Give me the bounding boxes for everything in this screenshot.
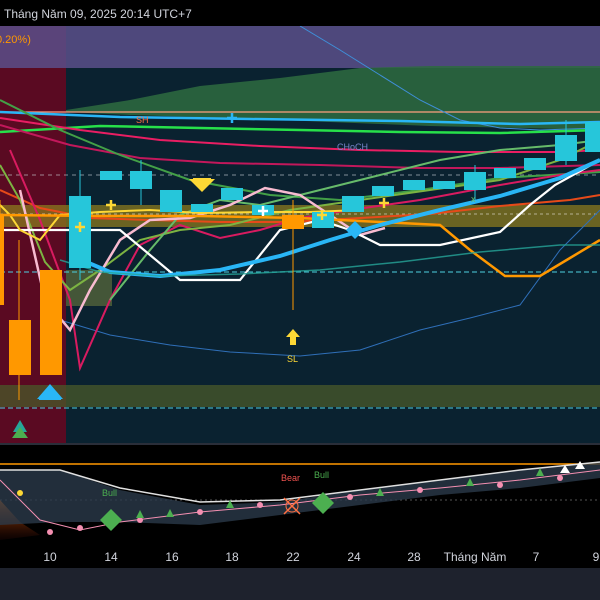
bottom-toolbar	[0, 568, 600, 600]
osc-bull-left-label: Bull	[102, 488, 117, 498]
osc-bull-right-label: Bull	[314, 470, 329, 480]
time-axis[interactable]: 10 14 16 18 22 24 28 Tháng Năm 7 9	[0, 544, 600, 568]
time-tick: 9	[592, 550, 600, 564]
sell-signal-bar	[193, 178, 211, 182]
main-price-chart[interactable]: SH CHoCH SL x 0.20%)	[0, 26, 600, 443]
choch-label: CHoCH	[337, 142, 368, 152]
osc-bear-label: Bear	[281, 473, 300, 483]
change-percent: 0.20%)	[0, 34, 31, 46]
chart-header: Tháng Năm 09, 2025 20:14 UTC+7	[0, 0, 600, 26]
supply-zone-band	[0, 26, 600, 68]
time-tick: 10	[43, 550, 57, 564]
trading-chart-app: Tháng Năm 09, 2025 20:14 UTC+7 SH CHoCH …	[0, 0, 600, 600]
time-tick: 22	[286, 550, 300, 564]
oscillator-panel[interactable]: Bull Bear Bull	[0, 443, 600, 544]
sl-label: SL	[287, 354, 298, 364]
time-tick: 24	[347, 550, 361, 564]
time-tick: 7	[532, 550, 540, 564]
sh-label: SH	[136, 115, 149, 125]
time-tick: 28	[407, 550, 421, 564]
time-tick: 18	[225, 550, 239, 564]
x-marker: x	[471, 194, 476, 204]
time-tick: Tháng Năm	[443, 550, 507, 564]
time-tick: 14	[104, 550, 118, 564]
datetime-label: Tháng Năm 09, 2025 20:14 UTC+7	[4, 7, 192, 21]
demand-zone-band	[0, 385, 600, 407]
time-tick: 16	[165, 550, 179, 564]
